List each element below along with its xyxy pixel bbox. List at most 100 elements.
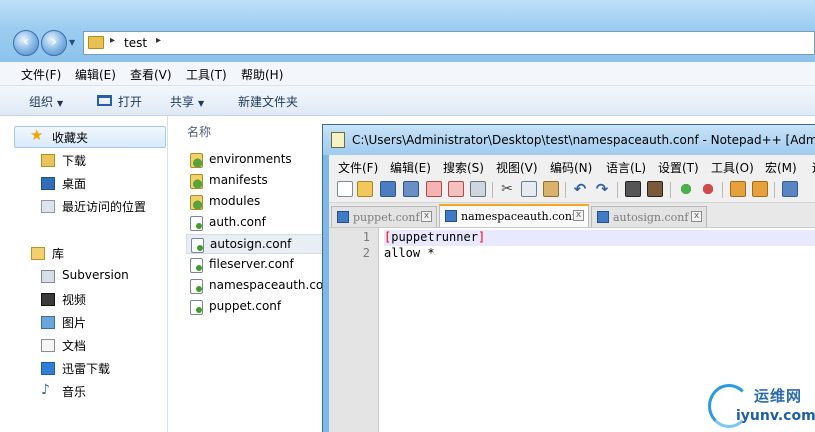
menu-file[interactable]: 文件(F): [21, 66, 61, 83]
sidebar-item-recent[interactable]: 最近访问的位置: [62, 198, 146, 215]
breadcrumb-separator[interactable]: ▸: [156, 35, 161, 46]
sidebar-item-subversion[interactable]: Subversion: [62, 268, 129, 282]
open-file-icon[interactable]: [357, 181, 373, 197]
code-line[interactable]: allow *: [384, 246, 815, 262]
sidebar-item-pictures[interactable]: 图片: [62, 314, 86, 331]
file-name: puppet.conf: [209, 299, 282, 313]
paste-icon[interactable]: [543, 181, 559, 197]
close-icon[interactable]: x: [421, 211, 432, 222]
new-folder-button[interactable]: 新建文件夹: [238, 93, 298, 110]
toolbar-separator: [670, 182, 671, 198]
forward-button[interactable]: ›: [41, 30, 67, 56]
chevron-down-icon: ▼: [198, 99, 205, 108]
file-row[interactable]: puppet.conf: [186, 297, 336, 317]
file-row[interactable]: fileserver.conf: [186, 255, 336, 275]
file-row[interactable]: modules: [186, 192, 336, 212]
back-button[interactable]: ‹: [13, 30, 39, 56]
undo-icon[interactable]: ↶: [572, 181, 588, 197]
close-icon[interactable]: x: [573, 210, 584, 221]
menu-settings[interactable]: 设置(T): [658, 159, 699, 176]
menu-encoding[interactable]: 编码(N): [550, 159, 592, 176]
open-icon: [97, 95, 112, 106]
replace-icon[interactable]: [647, 181, 663, 197]
bracket-highlight: ]: [477, 230, 486, 244]
share-button[interactable]: 共享 ▼: [170, 93, 204, 110]
new-file-icon[interactable]: [337, 181, 353, 197]
menu-help[interactable]: 帮助(H): [241, 66, 283, 83]
file-name: autosign.conf: [210, 237, 292, 251]
open-button[interactable]: 打开: [118, 93, 142, 110]
tab-autosign-conf[interactable]: autosign.conf x: [591, 206, 707, 227]
menu-tools[interactable]: 工具(T): [186, 66, 227, 83]
sidebar-item-documents[interactable]: 文档: [62, 337, 86, 354]
tab-namespaceauth-conf[interactable]: namespaceauth.conf x: [439, 204, 589, 227]
save-icon[interactable]: [380, 181, 396, 197]
menu-tools[interactable]: 工具(O): [711, 159, 754, 176]
print-icon[interactable]: [470, 181, 486, 197]
file-row[interactable]: environments: [186, 150, 336, 170]
folder-icon: [190, 195, 203, 210]
site-watermark: 运维网 iyunv.com: [704, 380, 815, 432]
redo-icon[interactable]: ↷: [594, 181, 610, 197]
menu-language[interactable]: 语言(L): [606, 159, 646, 176]
close-file-icon[interactable]: [426, 181, 442, 197]
sidebar-item-downloads[interactable]: 下载: [62, 152, 86, 169]
sync-vertical-icon[interactable]: [730, 181, 746, 197]
find-icon[interactable]: [625, 181, 641, 197]
download-folder-icon: [41, 154, 55, 167]
code-line-current[interactable]: [puppetrunner]: [384, 230, 815, 246]
menu-file[interactable]: 文件(F): [338, 159, 378, 176]
address-bar[interactable]: ▸ test ▸: [83, 31, 815, 55]
sidebar-item-thunder[interactable]: 迅雷下载: [62, 360, 110, 377]
toolbar-separator: [565, 182, 566, 198]
close-icon[interactable]: x: [691, 211, 702, 222]
breadcrumb-separator[interactable]: ▸: [110, 35, 115, 46]
menu-edit[interactable]: 编辑(E): [390, 159, 431, 176]
menu-macro[interactable]: 宏(M): [765, 159, 797, 176]
star-icon: ★: [30, 126, 44, 144]
zoom-out-icon[interactable]: [700, 181, 716, 197]
organize-button[interactable]: 组织 ▼: [29, 93, 63, 110]
breadcrumb-test[interactable]: test: [124, 36, 147, 50]
close-all-icon[interactable]: [448, 181, 464, 197]
notepadpp-toolbar: ✂ ↶ ↷: [329, 177, 815, 203]
sidebar-item-label[interactable]: 收藏夹: [52, 129, 88, 146]
save-all-icon[interactable]: [403, 181, 419, 197]
file-row[interactable]: manifests: [186, 171, 336, 191]
menu-edit[interactable]: 编辑(E): [75, 66, 116, 83]
chevron-down-icon[interactable]: ▼: [69, 38, 79, 48]
line-number: 2: [362, 246, 370, 260]
file-row[interactable]: auth.conf: [186, 213, 336, 233]
sidebar-item-music[interactable]: 音乐: [62, 383, 86, 400]
line-number: 1: [362, 230, 370, 244]
zoom-in-icon[interactable]: [678, 181, 694, 197]
explorer-toolbar: 组织 ▼ 打开 共享 ▼ 新建文件夹: [0, 86, 815, 116]
tab-label: puppet.conf: [353, 211, 420, 224]
sidebar-item-library[interactable]: 库: [52, 245, 64, 262]
cut-icon[interactable]: ✂: [499, 181, 515, 197]
copy-icon[interactable]: [521, 181, 537, 197]
toolbar-separator: [722, 182, 723, 198]
sync-horizontal-icon[interactable]: [752, 181, 768, 197]
recent-places-icon: [41, 200, 55, 213]
toolbar-separator: [492, 182, 493, 198]
toolbar-separator: [774, 182, 775, 198]
explorer-menubar: 文件(F) 编辑(E) 查看(V) 工具(T) 帮助(H): [0, 62, 815, 86]
code-text: allow *: [384, 246, 435, 260]
chevron-down-icon: ▼: [57, 99, 64, 108]
conf-file-icon: [190, 279, 203, 294]
notepadpp-titlebar[interactable]: C:\Users\Administrator\Desktop\test\name…: [323, 125, 815, 155]
file-row[interactable]: namespaceauth.conf: [186, 276, 336, 296]
word-wrap-icon[interactable]: [782, 181, 798, 197]
file-row-selected[interactable]: autosign.conf: [186, 234, 336, 254]
sidebar-item-videos[interactable]: 视频: [62, 291, 86, 308]
file-name: environments: [209, 152, 292, 166]
menu-search[interactable]: 搜索(S): [443, 159, 484, 176]
column-header-name[interactable]: 名称: [187, 123, 211, 140]
tab-puppet-conf[interactable]: puppet.conf x: [331, 206, 437, 227]
sidebar-item-desktop[interactable]: 桌面: [62, 175, 86, 192]
folder-icon: [190, 153, 203, 168]
menu-view[interactable]: 视图(V): [496, 159, 538, 176]
menu-view[interactable]: 查看(V): [130, 66, 172, 83]
notepadpp-app-icon: [331, 132, 345, 148]
